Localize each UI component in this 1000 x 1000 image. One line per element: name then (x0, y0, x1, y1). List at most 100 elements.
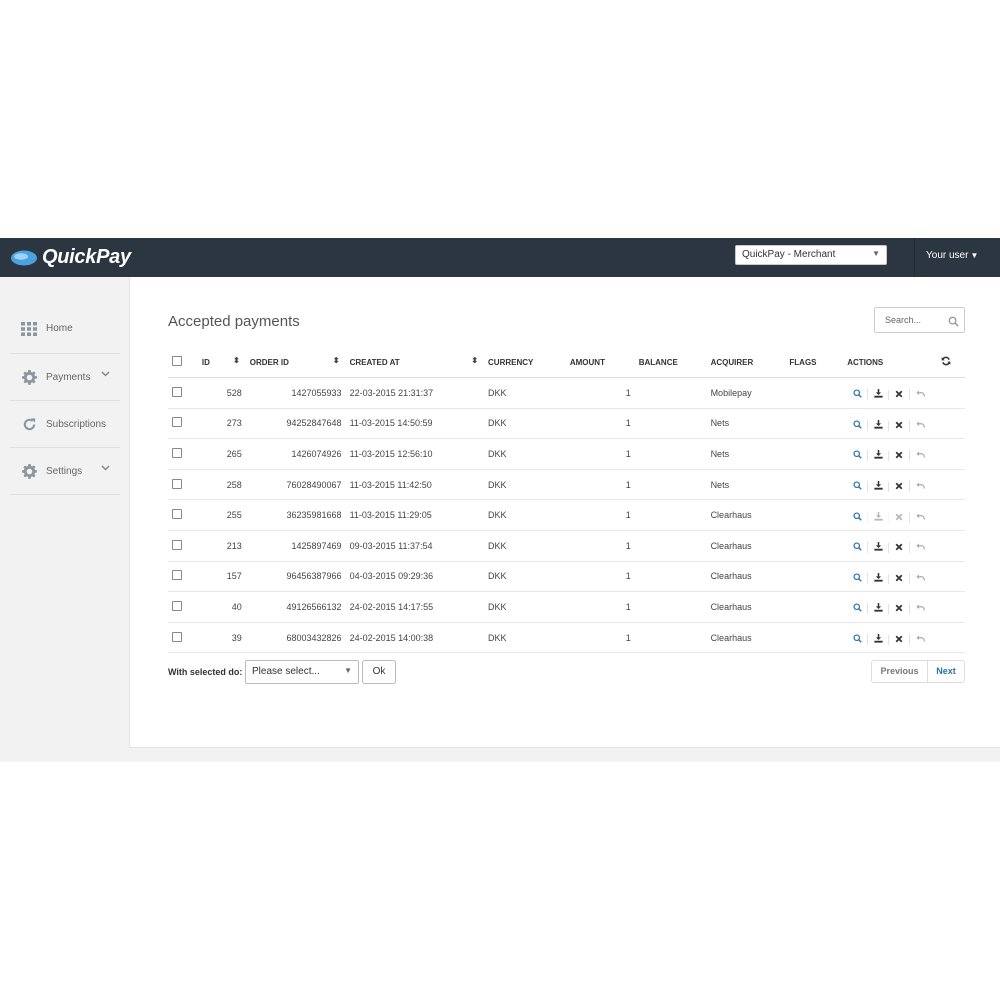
column-header-label: ACTIONS (847, 357, 884, 367)
cancel-icon[interactable] (888, 482, 909, 493)
sidebar-item-subscriptions[interactable]: Subscriptions (10, 401, 120, 448)
refund-icon[interactable] (909, 572, 930, 584)
row-spacer-cell (936, 469, 965, 501)
capture-icon[interactable] (867, 511, 888, 523)
cell-flags (785, 591, 844, 623)
column-header-created-at[interactable]: CREATED AT ⬍ (345, 347, 485, 378)
pagination: Previous Next (871, 660, 965, 683)
table-row[interactable]: 258 76028490067 11-03-2015 11:42:50 DKK 1 Net… (168, 469, 965, 501)
select-all-checkbox[interactable] (172, 356, 182, 366)
capture-icon[interactable] (867, 603, 888, 615)
table-row[interactable]: 255 36235981668 11-03-2015 11:29:05 DKK 1 Cle… (168, 499, 965, 531)
refund-icon[interactable] (909, 634, 930, 646)
sort-icon[interactable]: ⬍ (333, 356, 340, 365)
cell-balance (634, 530, 707, 562)
cell-created-at: 11-03-2015 11:29:05 (345, 499, 485, 531)
table-row[interactable]: 528 1427055933 22-03-2015 21:31:37 DKK 1 Mobi… (168, 377, 965, 409)
cancel-icon[interactable] (888, 635, 909, 646)
cell-order-id: 36235981668 (245, 499, 346, 531)
row-checkbox[interactable] (172, 631, 182, 642)
view-icon[interactable] (847, 542, 867, 553)
sidebar-item-home[interactable]: Home (10, 304, 120, 354)
cell-acquirer: Nets (706, 408, 786, 440)
view-icon[interactable] (847, 481, 867, 492)
row-checkbox[interactable] (172, 509, 182, 520)
row-spacer-cell (936, 377, 965, 409)
view-icon[interactable] (847, 512, 867, 523)
view-icon[interactable] (847, 634, 867, 645)
next-button[interactable]: Next (928, 661, 964, 682)
row-checkbox[interactable] (172, 447, 182, 458)
previous-button[interactable]: Previous (872, 661, 928, 682)
column-header-label: BALANCE (638, 357, 678, 367)
capture-icon[interactable] (867, 481, 888, 493)
table-row[interactable]: 213 1425897469 09-03-2015 11:37:54 DKK 1 Clea… (168, 530, 965, 562)
refund-icon[interactable] (909, 511, 930, 523)
caret-down-icon: ▼ (970, 251, 979, 260)
quickpay-logo[interactable]: QuickPay (10, 246, 131, 269)
search-input[interactable] (883, 314, 947, 326)
logo-text: QuickPay (42, 246, 131, 268)
table-row[interactable]: 265 1426074926 11-03-2015 12:56:10 DKK 1 Nets (168, 438, 965, 470)
cell-flags (785, 469, 844, 501)
capture-icon[interactable] (867, 572, 888, 584)
cancel-icon[interactable] (888, 420, 909, 431)
row-checkbox[interactable] (172, 570, 182, 581)
cancel-icon[interactable] (888, 604, 909, 615)
column-header-id[interactable]: ID ⬍ (197, 347, 246, 378)
table-row[interactable]: 39 68003432826 24-02-2015 14:00:38 DKK 1 Clea… (168, 622, 965, 654)
cell-flags (785, 622, 844, 654)
column-header-order-id[interactable]: ORDER ID ⬍ (245, 347, 346, 378)
capture-icon[interactable] (867, 450, 888, 462)
cell-actions (843, 591, 937, 623)
cancel-icon[interactable] (888, 543, 909, 554)
cancel-icon[interactable] (888, 390, 909, 401)
column-header-label: AMOUNT (569, 357, 605, 367)
refresh-icon[interactable] (941, 356, 951, 366)
capture-icon[interactable] (867, 634, 888, 646)
refund-icon[interactable] (909, 542, 930, 554)
row-checkbox[interactable] (172, 386, 182, 397)
merchant-select[interactable]: QuickPay - Merchant ▼ (735, 245, 887, 265)
view-icon[interactable] (847, 389, 867, 400)
cell-balance (634, 561, 707, 593)
capture-icon[interactable] (867, 389, 888, 401)
cancel-icon[interactable] (888, 573, 909, 584)
bulk-action-select[interactable]: Please select... ▼ (245, 660, 359, 684)
capture-icon[interactable] (867, 542, 888, 554)
row-select-cell (168, 622, 198, 654)
search-icon[interactable] (948, 314, 959, 332)
sort-icon[interactable]: ⬍ (233, 356, 240, 365)
refund-icon[interactable] (909, 481, 930, 493)
sort-icon[interactable]: ⬍ (471, 356, 478, 365)
row-checkbox[interactable] (172, 539, 182, 550)
refund-icon[interactable] (909, 389, 930, 401)
cell-order-id: 1427055933 (245, 377, 346, 409)
user-menu[interactable]: Your user ▼ (926, 250, 978, 261)
cell-flags (785, 438, 844, 470)
refund-icon[interactable] (909, 450, 930, 462)
view-icon[interactable] (847, 603, 867, 614)
view-icon[interactable] (847, 450, 867, 461)
view-icon[interactable] (847, 420, 867, 431)
cancel-icon[interactable] (888, 512, 909, 523)
column-header-actions: ACTIONS (843, 347, 937, 378)
row-checkbox[interactable] (172, 417, 182, 428)
row-checkbox[interactable] (172, 600, 182, 611)
table-row[interactable]: 273 94252847648 11-03-2015 14:50:59 DKK 1 Net… (168, 408, 965, 440)
row-checkbox[interactable] (172, 478, 182, 489)
table-row[interactable]: 40 49126566132 24-02-2015 14:17:55 DKK 1 Clea… (168, 591, 965, 623)
payments-table: ID ⬍ ORDER ID ⬍ CREATED AT ⬍ CURRENCY AMOUN… (168, 347, 965, 654)
table-row[interactable]: 157 96456387966 04-03-2015 09:29:36 DKK 1 Cle… (168, 561, 965, 593)
refund-icon[interactable] (909, 419, 930, 431)
cancel-icon[interactable] (888, 451, 909, 462)
search-box[interactable] (874, 307, 965, 333)
capture-icon[interactable] (867, 419, 888, 431)
sidebar-item-payments[interactable]: Payments (10, 354, 120, 401)
ok-button[interactable]: Ok (362, 660, 396, 684)
refund-icon[interactable] (909, 603, 930, 615)
cell-created-at: 11-03-2015 12:56:10 (345, 438, 485, 470)
row-select-cell (168, 591, 198, 623)
sidebar-item-settings[interactable]: Settings (10, 448, 120, 495)
view-icon[interactable] (847, 573, 867, 584)
